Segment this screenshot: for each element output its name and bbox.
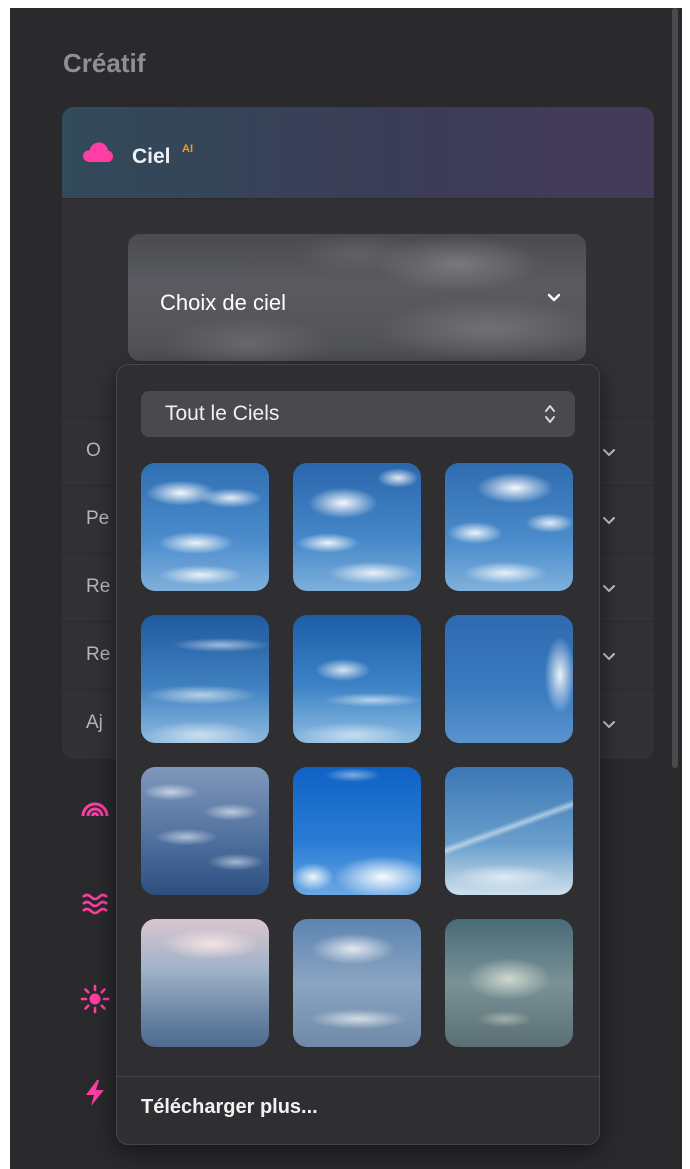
app-window: Créatif Ciel AI Choix de ciel O Pe Re Re… <box>10 8 682 1169</box>
row-label: Aj <box>86 712 103 733</box>
sky-thumb-3[interactable] <box>445 463 573 591</box>
sky-thumb-7[interactable] <box>141 767 269 895</box>
sky-thumb-10[interactable] <box>141 919 269 1047</box>
chevron-down-icon <box>603 653 615 661</box>
chevron-down-icon <box>603 517 615 525</box>
row-label: Re <box>86 576 111 597</box>
section-title: Créatif <box>63 48 146 78</box>
row-label: O <box>86 440 101 461</box>
lightning-icon[interactable] <box>80 1078 110 1108</box>
ai-badge: AI <box>182 143 193 155</box>
sky-picker-popover: Tout le Ciels Télécharger plus... <box>116 364 600 1145</box>
sky-category-select[interactable]: Tout le Ciels <box>141 391 575 437</box>
sky-thumb-11[interactable] <box>293 919 421 1047</box>
sky-thumb-12[interactable] <box>445 919 573 1047</box>
panel-header[interactable]: Ciel AI <box>62 107 654 199</box>
download-more-link[interactable]: Télécharger plus... <box>141 1096 318 1119</box>
scrollbar[interactable] <box>672 8 678 768</box>
up-down-chevron-icon <box>545 405 555 423</box>
sky-category-value: Tout le Ciels <box>165 402 280 425</box>
sky-thumb-9[interactable] <box>445 767 573 895</box>
panel-title: Ciel <box>132 145 171 168</box>
sky-choice-select[interactable]: Choix de ciel <box>128 234 586 361</box>
row-label: Pe <box>86 508 110 529</box>
chevron-down-icon <box>603 585 615 593</box>
sun-icon[interactable] <box>80 984 110 1014</box>
waves-icon[interactable] <box>80 888 110 918</box>
sky-thumb-2[interactable] <box>293 463 421 591</box>
chevron-down-icon <box>547 293 561 302</box>
cloud-icon <box>83 142 113 162</box>
sky-choice-label: Choix de ciel <box>160 290 286 315</box>
chevron-down-icon <box>603 721 615 729</box>
divider <box>117 1076 599 1077</box>
row-label: Re <box>86 644 111 665</box>
sky-thumb-1[interactable] <box>141 463 269 591</box>
sky-thumb-5[interactable] <box>293 615 421 743</box>
sky-thumb-4[interactable] <box>141 615 269 743</box>
sky-thumb-8[interactable] <box>293 767 421 895</box>
rainbow-icon[interactable] <box>80 794 110 824</box>
chevron-down-icon <box>603 449 615 457</box>
sky-thumb-6[interactable] <box>445 615 573 743</box>
